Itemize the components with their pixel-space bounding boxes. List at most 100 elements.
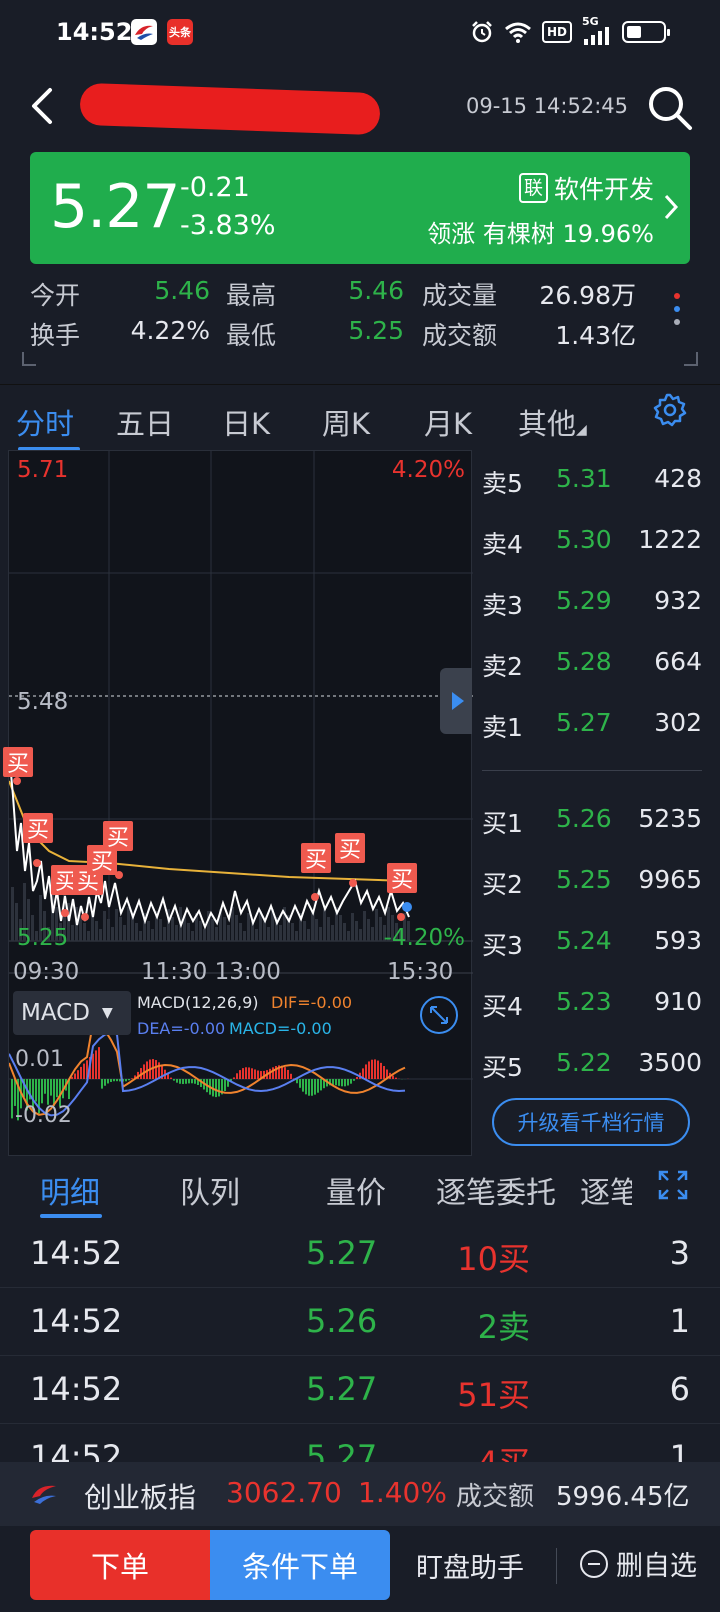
ob-label: 买2: [482, 870, 523, 899]
buy-marker[interactable]: 买: [103, 821, 133, 851]
volume-bar: [103, 911, 106, 941]
index-ticker[interactable]: 创业板指 3062.70 1.40% 成交额 5996.45亿: [0, 1462, 720, 1526]
remove-watchlist-button[interactable]: 删自选: [580, 1544, 697, 1583]
tab-queue[interactable]: 队列: [180, 1168, 240, 1212]
tab-monthly-k[interactable]: 月K: [424, 401, 472, 443]
trade-volume: 2卖: [477, 1308, 530, 1346]
volume-bar: [99, 929, 102, 941]
trade-count: 1: [669, 1302, 690, 1340]
trade-row: 14:52 5.27 51买 6: [0, 1356, 720, 1424]
ob-vol: 593: [654, 926, 702, 955]
ask-row[interactable]: 卖5 5.31 428: [482, 464, 706, 504]
macd-bar: [101, 1079, 103, 1089]
place-order-button[interactable]: 下单: [30, 1530, 210, 1600]
bid-row[interactable]: 买5 5.22 3500: [482, 1048, 706, 1088]
ob-label: 卖5: [482, 469, 523, 498]
fullscreen-icon[interactable]: [658, 1170, 688, 1200]
tab-volume-price[interactable]: 量价: [326, 1168, 386, 1212]
macd-bar: [254, 1069, 256, 1079]
tab-details[interactable]: 明细: [40, 1168, 100, 1212]
volume-bar: [255, 929, 258, 941]
macd-bar: [251, 1068, 253, 1079]
orderbook-toggle[interactable]: [440, 668, 472, 734]
stat-value: 5.46: [154, 276, 210, 305]
current-price-dot: [402, 902, 412, 912]
buy-dot: [349, 879, 357, 887]
macd-bar: [47, 1079, 49, 1105]
volume-bar: [343, 923, 346, 941]
ob-label: 买4: [482, 992, 523, 1021]
macd-bar: [380, 1062, 382, 1079]
volume-bar: [247, 913, 250, 941]
upgrade-depth-button[interactable]: 升级看千档行情: [492, 1098, 690, 1146]
search-icon[interactable]: [646, 84, 694, 132]
sector-link[interactable]: 联 软件开发: [518, 170, 654, 206]
macd-bar: [233, 1077, 235, 1079]
ask-row[interactable]: 卖4 5.30 1222: [482, 525, 706, 565]
more-dots-icon[interactable]: [674, 293, 682, 325]
macd-bar: [317, 1079, 319, 1093]
macd-bar: [257, 1070, 259, 1079]
expand-icon[interactable]: [419, 995, 459, 1035]
bid-row[interactable]: 买2 5.25 9965: [482, 865, 706, 905]
ask-row[interactable]: 卖3 5.29 932: [482, 586, 706, 626]
status-time: 14:52: [56, 18, 133, 46]
bid-row[interactable]: 买4 5.23 910: [482, 987, 706, 1027]
bid-row[interactable]: 买1 5.26 5235: [482, 804, 706, 844]
macd-bar: [311, 1079, 313, 1096]
last-price: 5.27: [50, 172, 181, 242]
volume-bar: [171, 917, 174, 941]
tab-trade-by-trade[interactable]: 逐笔: [580, 1168, 632, 1212]
bid-row[interactable]: 买3 5.24 593: [482, 926, 706, 966]
tab-other[interactable]: 其他◢: [518, 401, 587, 443]
buy-marker[interactable]: 买: [301, 843, 331, 873]
macd-bar: [179, 1079, 181, 1084]
volume-bar: [223, 917, 226, 941]
intraday-chart[interactable]: 5.71 4.20% 5.48 5.25 -4.20% 09:30 11:30 …: [3, 450, 473, 1156]
indicator-select[interactable]: MACD ▼: [13, 991, 131, 1035]
tab-order-by-order[interactable]: 逐笔委托: [436, 1168, 556, 1212]
ask-row[interactable]: 卖1 5.27 302: [482, 708, 706, 748]
buy-marker[interactable]: 买: [387, 863, 417, 893]
macd-bar: [314, 1079, 316, 1095]
price-banner[interactable]: 5.27 -0.21 -3.83% 联 软件开发 领涨 有棵树 19.96%: [30, 152, 690, 264]
macd-bar: [242, 1068, 244, 1079]
macd-bar: [338, 1079, 340, 1086]
macd-value: MACD=-0.00: [229, 1019, 332, 1038]
chart-prev-close: 5.48: [17, 689, 69, 715]
hd-icon: HD: [541, 21, 572, 43]
back-icon[interactable]: [24, 84, 64, 128]
chart-tabs: 分时 五日 日K 周K 月K 其他◢: [0, 384, 720, 451]
macd-bar: [95, 1050, 97, 1079]
ask-row[interactable]: 卖2 5.28 664: [482, 647, 706, 687]
tab-underline: [40, 1214, 102, 1218]
macd-bar: [191, 1079, 193, 1084]
tab-weekly-k[interactable]: 周K: [322, 401, 370, 443]
conditional-order-button[interactable]: 条件下单: [210, 1530, 390, 1600]
volume-bar: [279, 925, 282, 941]
ob-price: 5.22: [556, 1048, 612, 1077]
buy-marker[interactable]: 买: [335, 833, 365, 863]
volume-bar: [375, 909, 378, 941]
macd-bar: [302, 1079, 304, 1092]
macd-bar: [215, 1079, 217, 1098]
macd-bar: [185, 1079, 187, 1084]
stat-label: 最高: [226, 281, 277, 310]
tab-daily-k[interactable]: 日K: [222, 401, 270, 443]
buy-marker[interactable]: 买: [3, 747, 33, 777]
ob-vol: 1222: [638, 525, 702, 554]
ob-price: 5.31: [556, 464, 612, 493]
ob-price: 5.25: [556, 865, 612, 894]
macd-bar: [125, 1079, 127, 1082]
status-icons: HD 5G: [470, 15, 670, 47]
macd-bar: [77, 1070, 79, 1079]
volume-bar: [227, 925, 230, 941]
buy-marker[interactable]: 买: [23, 813, 53, 843]
monitor-assistant-button[interactable]: 盯盘助手: [416, 1546, 524, 1585]
stat-label: 今开: [30, 281, 81, 310]
tab-intraday[interactable]: 分时: [16, 401, 74, 443]
tab-five-day[interactable]: 五日: [116, 401, 174, 443]
ob-price: 5.23: [556, 987, 612, 1016]
gear-icon[interactable]: [652, 392, 688, 428]
macd-bar: [104, 1079, 106, 1086]
